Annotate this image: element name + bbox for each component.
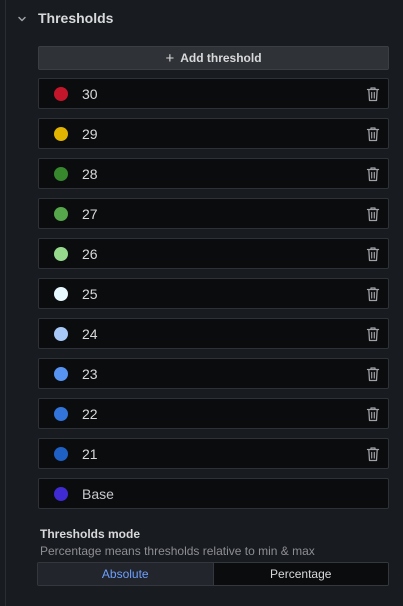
- threshold-value-input[interactable]: 23: [82, 366, 98, 382]
- base-label: Base: [82, 486, 114, 502]
- chevron-down-icon[interactable]: [16, 13, 28, 25]
- section-title: Thresholds: [38, 10, 114, 26]
- threshold-color-swatch[interactable]: [54, 367, 68, 381]
- threshold-value-input[interactable]: 29: [82, 126, 98, 142]
- threshold-color-swatch[interactable]: [54, 407, 68, 421]
- threshold-color-swatch[interactable]: [54, 327, 68, 341]
- threshold-value-input[interactable]: 22: [82, 406, 98, 422]
- threshold-row: 26: [38, 238, 389, 269]
- trash-icon[interactable]: [366, 246, 380, 262]
- threshold-row: 24: [38, 318, 389, 349]
- thresholds-mode-toggle: Absolute Percentage: [37, 562, 389, 586]
- threshold-value-input[interactable]: 26: [82, 246, 98, 262]
- trash-icon[interactable]: [366, 86, 380, 102]
- trash-icon[interactable]: [366, 286, 380, 302]
- trash-icon[interactable]: [366, 126, 380, 142]
- trash-icon[interactable]: [366, 366, 380, 382]
- thresholds-panel: Thresholds + Add threshold 30 29 28 27 26 25 2…: [5, 0, 403, 606]
- base-threshold-row: Base: [38, 478, 389, 509]
- threshold-row: 28: [38, 158, 389, 189]
- threshold-value-input[interactable]: 21: [82, 446, 98, 462]
- threshold-row: 23: [38, 358, 389, 389]
- trash-icon[interactable]: [366, 406, 380, 422]
- mode-percentage-button[interactable]: Percentage: [212, 563, 388, 585]
- section-header[interactable]: Thresholds: [6, 0, 403, 38]
- threshold-color-swatch[interactable]: [54, 287, 68, 301]
- threshold-value-input[interactable]: 30: [82, 86, 98, 102]
- threshold-row: 30: [38, 78, 389, 109]
- trash-icon[interactable]: [366, 166, 380, 182]
- threshold-row: 21: [38, 438, 389, 469]
- threshold-value-input[interactable]: 24: [82, 326, 98, 342]
- threshold-color-swatch[interactable]: [54, 447, 68, 461]
- threshold-row: 27: [38, 198, 389, 229]
- trash-icon[interactable]: [366, 446, 380, 462]
- trash-icon[interactable]: [366, 206, 380, 222]
- threshold-color-swatch[interactable]: [54, 207, 68, 221]
- trash-icon[interactable]: [366, 326, 380, 342]
- add-threshold-button[interactable]: + Add threshold: [38, 46, 389, 70]
- threshold-color-swatch[interactable]: [54, 127, 68, 141]
- threshold-color-swatch[interactable]: [54, 87, 68, 101]
- threshold-color-swatch[interactable]: [54, 167, 68, 181]
- threshold-row: 29: [38, 118, 389, 149]
- threshold-value-input[interactable]: 28: [82, 166, 98, 182]
- add-threshold-label: Add threshold: [180, 51, 262, 65]
- threshold-value-input[interactable]: 27: [82, 206, 98, 222]
- plus-icon: +: [165, 49, 175, 67]
- thresholds-mode-description: Percentage means thresholds relative to …: [40, 544, 315, 558]
- mode-absolute-button[interactable]: Absolute: [38, 563, 213, 585]
- threshold-color-swatch[interactable]: [54, 247, 68, 261]
- thresholds-mode-title: Thresholds mode: [40, 527, 141, 541]
- base-color-swatch[interactable]: [54, 487, 68, 501]
- threshold-row: 22: [38, 398, 389, 429]
- threshold-row: 25: [38, 278, 389, 309]
- threshold-value-input[interactable]: 25: [82, 286, 98, 302]
